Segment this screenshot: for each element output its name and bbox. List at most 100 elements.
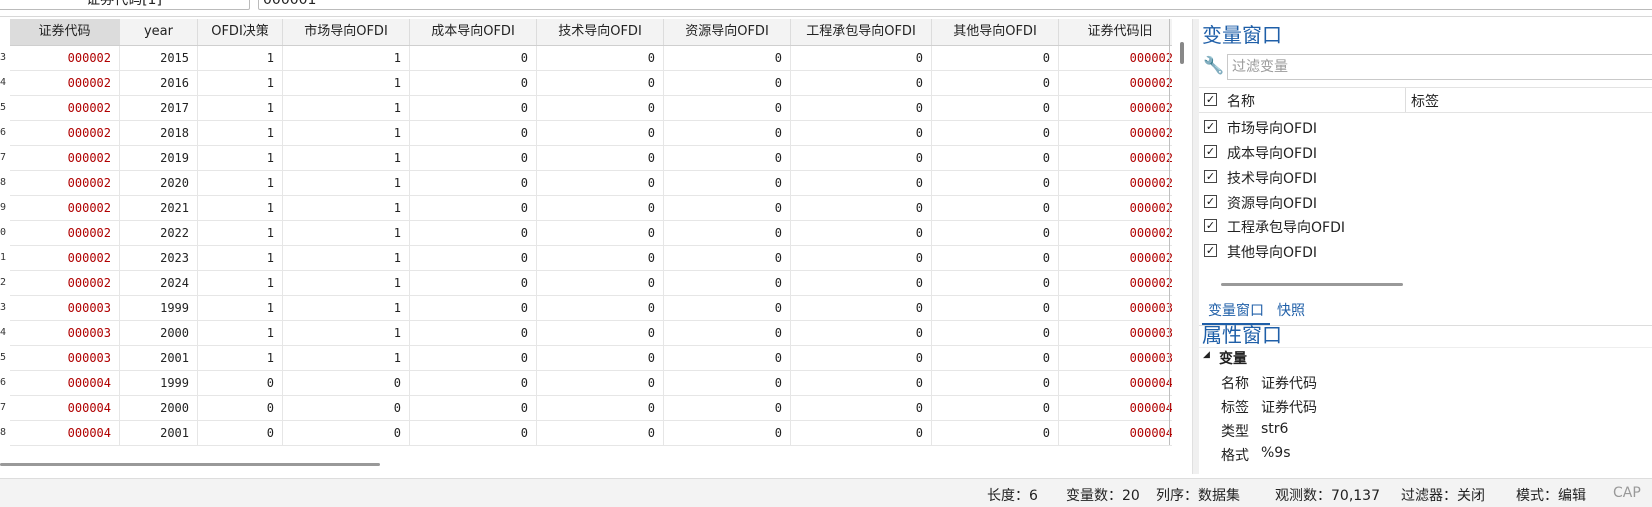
table-cell[interactable]: 000004 <box>10 421 120 445</box>
table-cell[interactable]: 0 <box>537 146 664 170</box>
table-cell[interactable]: 0 <box>932 346 1059 370</box>
table-cell[interactable]: 000002 <box>10 96 120 120</box>
table-row[interactable]: 000003 2001 1 1 0 0 0 0 0 000003 <box>10 346 1172 371</box>
table-cell[interactable]: 1 <box>198 321 283 345</box>
table-cell[interactable]: 0 <box>664 246 791 270</box>
table-cell[interactable]: 0 <box>791 146 932 170</box>
panel-splitter[interactable] <box>1192 19 1199 474</box>
table-cell[interactable]: 000004 <box>1059 396 1172 420</box>
prop-value[interactable]: str6 <box>1261 421 1288 437</box>
table-cell[interactable]: 1 <box>283 121 410 145</box>
horizontal-scrollbar-thumb[interactable] <box>0 463 380 466</box>
data-grid[interactable]: 证券代码 year OFDI决策 市场导向OFDI 成本导向OFDI 技术导向OFDI 资源… <box>0 19 1172 446</box>
table-cell[interactable]: 0 <box>932 421 1059 445</box>
column-header[interactable]: 成本导向OFDI <box>410 19 537 45</box>
table-cell[interactable]: 0 <box>664 421 791 445</box>
variables-horizontal-scrollbar[interactable] <box>1221 283 1403 286</box>
table-cell[interactable]: 0 <box>410 96 537 120</box>
table-cell[interactable]: 0 <box>932 271 1059 295</box>
prop-value[interactable]: %9s <box>1261 445 1291 461</box>
variable-checkbox[interactable]: ✓ <box>1204 120 1217 133</box>
table-cell[interactable]: 0 <box>537 71 664 95</box>
table-cell[interactable]: 0 <box>664 196 791 220</box>
table-cell[interactable]: 2024 <box>120 271 198 295</box>
table-cell[interactable]: 0 <box>791 221 932 245</box>
table-cell[interactable]: 0 <box>791 171 932 195</box>
table-cell[interactable]: 1 <box>198 271 283 295</box>
table-cell[interactable]: 0 <box>410 321 537 345</box>
table-cell[interactable]: 2001 <box>120 421 198 445</box>
table-row[interactable]: 000002 2017 1 1 0 0 0 0 0 000002 <box>10 96 1172 121</box>
prop-value[interactable]: 证券代码 <box>1261 397 1317 417</box>
table-cell[interactable]: 0 <box>537 221 664 245</box>
table-cell[interactable]: 000003 <box>10 346 120 370</box>
table-cell[interactable]: 0 <box>791 246 932 270</box>
table-cell[interactable]: 0 <box>537 121 664 145</box>
table-cell[interactable]: 000002 <box>10 46 120 70</box>
table-cell[interactable]: 000002 <box>10 146 120 170</box>
table-cell[interactable]: 2023 <box>120 246 198 270</box>
table-row[interactable]: 000002 2023 1 1 0 0 0 0 0 000002 <box>10 246 1172 271</box>
table-cell[interactable]: 1 <box>283 71 410 95</box>
table-cell[interactable]: 2016 <box>120 71 198 95</box>
table-cell[interactable]: 0 <box>410 346 537 370</box>
table-row[interactable]: 000004 2000 0 0 0 0 0 0 0 000004 <box>10 396 1172 421</box>
table-cell[interactable]: 1 <box>198 71 283 95</box>
table-cell[interactable]: 0 <box>198 371 283 395</box>
table-row[interactable]: 000002 2020 1 1 0 0 0 0 0 000002 <box>10 171 1172 196</box>
variable-item[interactable]: ✓ 其他导向OFDI <box>1199 238 1652 263</box>
table-cell[interactable]: 1 <box>283 346 410 370</box>
table-cell[interactable]: 0 <box>537 421 664 445</box>
column-header[interactable]: 证券代码旧 <box>1059 19 1172 45</box>
table-cell[interactable]: 000002 <box>10 196 120 220</box>
table-cell[interactable]: 0 <box>664 221 791 245</box>
table-cell[interactable]: 1 <box>283 221 410 245</box>
cell-value-input[interactable]: 000001 <box>258 0 1652 10</box>
table-cell[interactable]: 0 <box>664 321 791 345</box>
table-cell[interactable]: 0 <box>664 46 791 70</box>
table-cell[interactable]: 000002 <box>1059 196 1172 220</box>
table-cell[interactable]: 0 <box>537 46 664 70</box>
table-cell[interactable]: 000002 <box>10 271 120 295</box>
table-cell[interactable]: 0 <box>791 71 932 95</box>
table-cell[interactable]: 0 <box>537 96 664 120</box>
table-cell[interactable]: 000002 <box>1059 146 1172 170</box>
table-cell[interactable]: 0 <box>791 421 932 445</box>
table-cell[interactable]: 1 <box>198 296 283 320</box>
table-cell[interactable]: 0 <box>410 221 537 245</box>
column-header[interactable]: OFDI决策 <box>198 19 283 45</box>
table-cell[interactable]: 0 <box>664 71 791 95</box>
table-cell[interactable]: 000003 <box>1059 346 1172 370</box>
table-cell[interactable]: 1 <box>283 171 410 195</box>
table-cell[interactable]: 2015 <box>120 46 198 70</box>
table-row[interactable]: 000003 1999 1 1 0 0 0 0 0 000003 <box>10 296 1172 321</box>
table-cell[interactable]: 0 <box>932 171 1059 195</box>
column-header[interactable]: 技术导向OFDI <box>537 19 664 45</box>
table-cell[interactable]: 0 <box>537 171 664 195</box>
table-cell[interactable]: 000002 <box>10 121 120 145</box>
column-label-header[interactable]: 标签 <box>1411 91 1439 111</box>
table-cell[interactable]: 0 <box>932 371 1059 395</box>
table-cell[interactable]: 1 <box>198 221 283 245</box>
table-cell[interactable]: 1 <box>283 46 410 70</box>
table-cell[interactable]: 000003 <box>1059 321 1172 345</box>
table-cell[interactable]: 1 <box>198 96 283 120</box>
variable-checkbox[interactable]: ✓ <box>1204 244 1217 257</box>
table-cell[interactable]: 1 <box>198 146 283 170</box>
table-cell[interactable]: 2018 <box>120 121 198 145</box>
table-cell[interactable]: 0 <box>198 421 283 445</box>
table-cell[interactable]: 000002 <box>1059 221 1172 245</box>
table-cell[interactable]: 1 <box>283 96 410 120</box>
table-cell[interactable]: 1999 <box>120 371 198 395</box>
prop-value[interactable]: 证券代码 <box>1261 373 1317 393</box>
table-cell[interactable]: 0 <box>283 371 410 395</box>
table-cell[interactable]: 0 <box>791 396 932 420</box>
table-cell[interactable]: 0 <box>410 171 537 195</box>
table-cell[interactable]: 000004 <box>10 396 120 420</box>
table-cell[interactable]: 1 <box>283 271 410 295</box>
variable-checkbox[interactable]: ✓ <box>1204 145 1217 158</box>
table-cell[interactable]: 0 <box>932 71 1059 95</box>
variable-checkbox[interactable]: ✓ <box>1204 195 1217 208</box>
table-cell[interactable]: 0 <box>537 321 664 345</box>
table-cell[interactable]: 0 <box>791 296 932 320</box>
